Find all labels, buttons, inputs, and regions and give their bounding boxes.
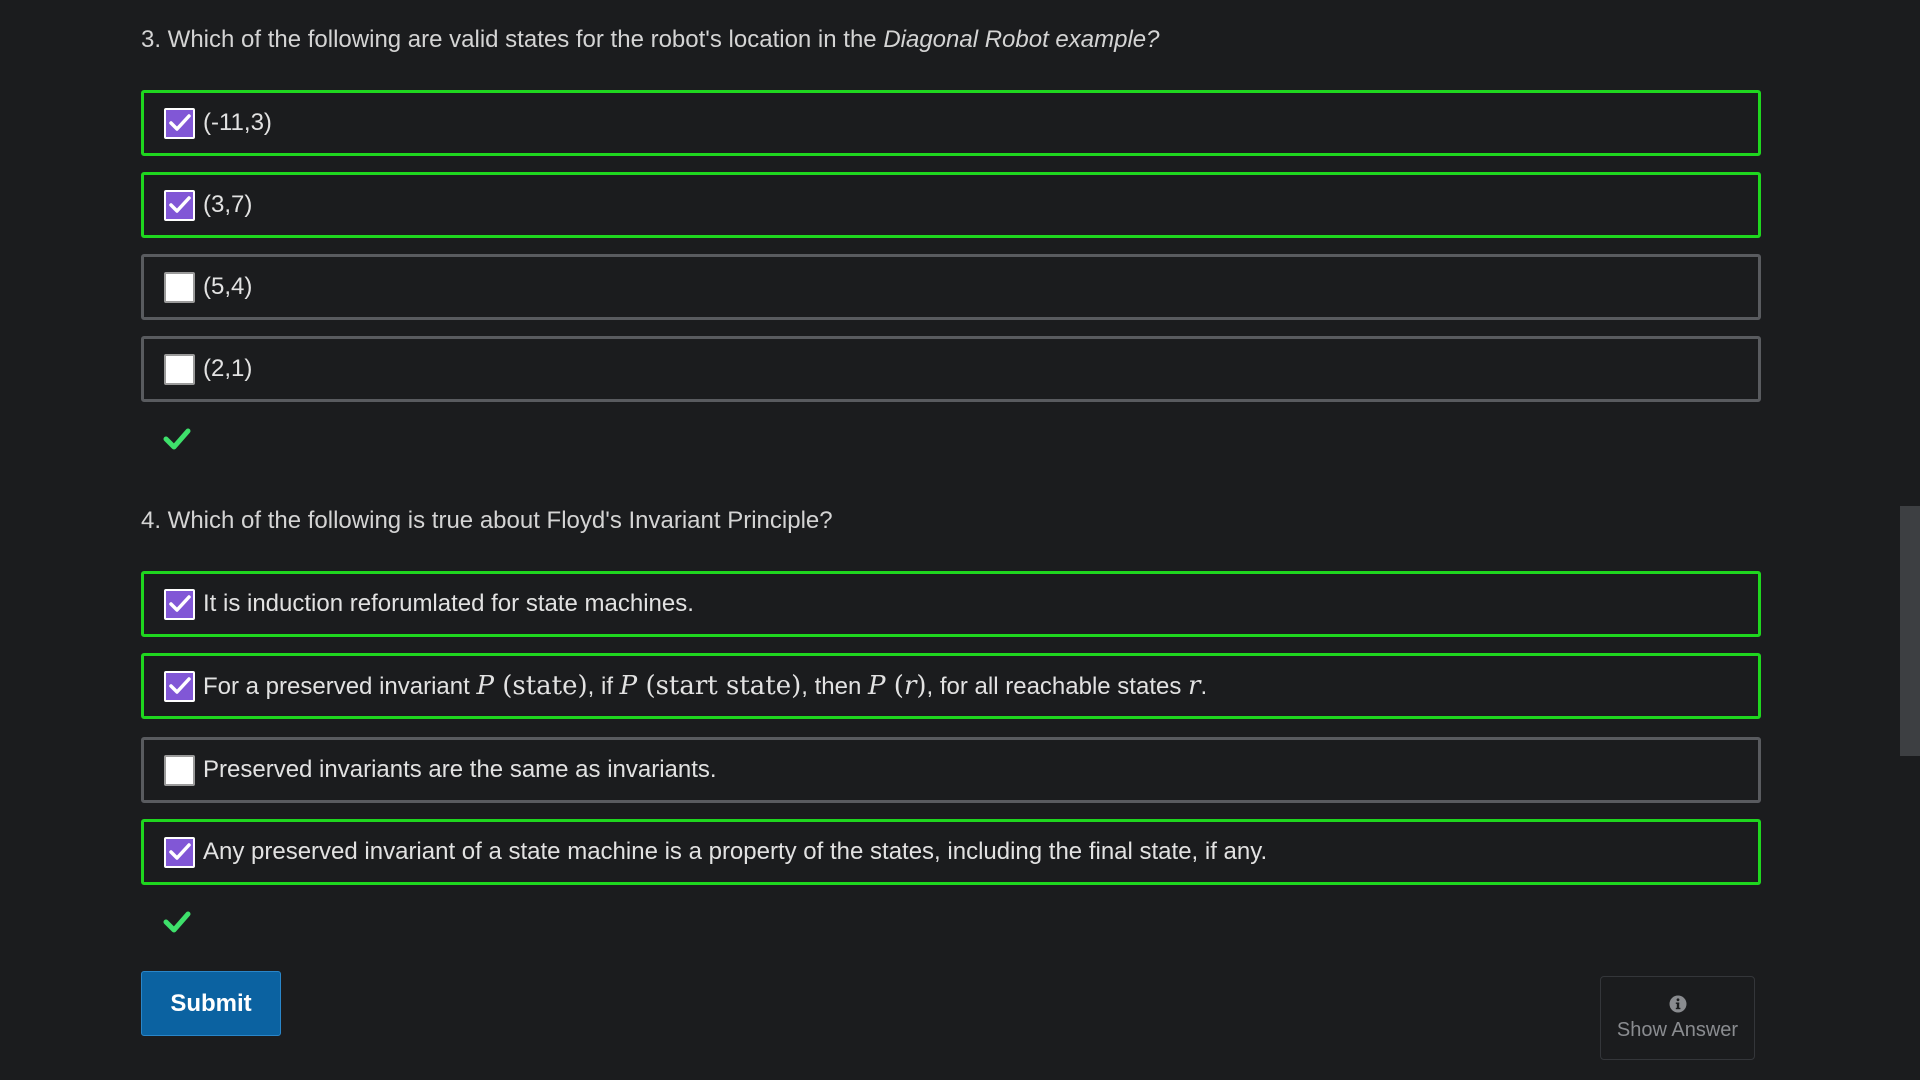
label-text: . — [1200, 673, 1208, 700]
math-var: r — [1188, 671, 1201, 701]
question-3-prompt: 3. Which of the following are valid stat… — [141, 24, 1160, 55]
q4-option-3[interactable]: Preserved invariants are the same as inv… — [141, 737, 1761, 803]
q3-option-3[interactable]: (5,4) — [141, 254, 1761, 320]
math-var: P — [476, 671, 494, 701]
checkbox-checked[interactable] — [164, 107, 195, 139]
q3-option-4[interactable]: (2,1) — [141, 336, 1761, 402]
checkmark-icon — [168, 114, 191, 131]
q3-option-3-label: (5,4) — [203, 273, 253, 300]
q3-option-1[interactable]: (-11,3) — [141, 90, 1761, 156]
checkmark-icon — [168, 677, 191, 694]
question-4-prompt: 4. Which of the following is true about … — [141, 507, 833, 534]
label-text: For a preserved invariant — [203, 673, 477, 700]
checkbox-unchecked[interactable] — [164, 353, 195, 385]
q4-option-4-label: Any preserved invariant of a state machi… — [203, 838, 1268, 865]
q3-option-4-label: (2,1) — [203, 355, 253, 382]
q4-option-2-label: For a preserved invariant P (state), if … — [203, 671, 1207, 701]
label-text: , then — [801, 673, 869, 700]
math-arg: (start state) — [645, 671, 802, 701]
math-expression: P (state) — [476, 671, 587, 701]
q4-option-1-label: It is induction reforumlated for state m… — [203, 590, 694, 617]
question-3-italic-text: Diagonal Robot example? — [883, 26, 1160, 53]
question-3-text: 3. Which of the following are valid stat… — [141, 26, 884, 53]
checkbox-checked[interactable] — [164, 670, 195, 702]
math-expression: r — [1188, 671, 1200, 701]
show-answer-label: Show Answer — [1616, 1018, 1739, 1041]
q4-option-1[interactable]: It is induction reforumlated for state m… — [141, 571, 1761, 637]
submit-button[interactable]: Submit — [141, 971, 281, 1036]
checkmark-icon — [168, 196, 191, 213]
label-text: , for all reachable states — [926, 673, 1188, 700]
q3-option-1-label: (-11,3) — [203, 109, 272, 136]
math-paren: ( — [893, 671, 904, 701]
q4-option-3-label: Preserved invariants are the same as inv… — [203, 756, 717, 783]
math-var: r — [903, 671, 917, 701]
label-text: , if — [587, 673, 620, 700]
checkmark-icon — [168, 843, 191, 860]
green-checkmark-icon — [163, 428, 191, 450]
checkmark-icon — [168, 595, 191, 612]
math-expression: P (start state) — [620, 671, 802, 701]
q3-option-2[interactable]: (3,7) — [141, 172, 1761, 238]
q3-option-2-label: (3,7) — [203, 191, 253, 218]
info-circle-icon — [1669, 995, 1686, 1012]
q4-option-4[interactable]: Any preserved invariant of a state machi… — [141, 819, 1761, 885]
checkbox-checked[interactable] — [164, 588, 195, 620]
checkbox-unchecked[interactable] — [164, 754, 195, 786]
quiz-page: 3. Which of the following are valid stat… — [0, 0, 1920, 1080]
green-checkmark-icon — [163, 911, 191, 933]
q4-option-2[interactable]: For a preserved invariant P (state), if … — [141, 653, 1761, 719]
math-expression: P (r) — [868, 671, 927, 701]
checkbox-checked[interactable] — [164, 189, 195, 221]
checkbox-unchecked[interactable] — [164, 271, 195, 303]
show-answer-button[interactable]: Show Answer — [1600, 976, 1755, 1060]
math-var: P — [868, 671, 886, 701]
scrollbar-thumb[interactable] — [1900, 506, 1920, 756]
math-var: P — [619, 671, 638, 701]
math-arg: (state) — [502, 671, 588, 701]
math-paren: ) — [916, 671, 927, 701]
checkbox-checked[interactable] — [164, 836, 195, 868]
